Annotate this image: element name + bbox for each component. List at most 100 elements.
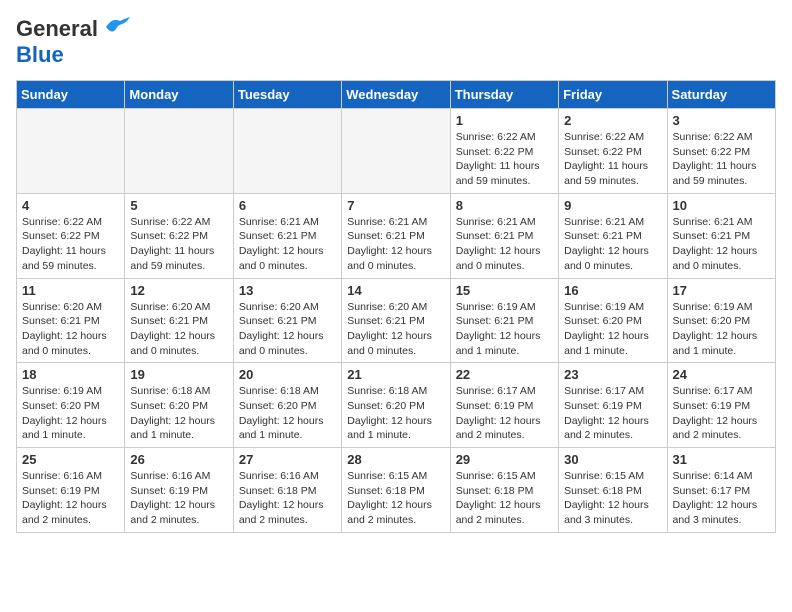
day-info: Sunrise: 6:22 AMSunset: 6:22 PMDaylight:… (673, 130, 770, 189)
calendar-cell: 11Sunrise: 6:20 AMSunset: 6:21 PMDayligh… (17, 278, 125, 363)
calendar-cell: 12Sunrise: 6:20 AMSunset: 6:21 PMDayligh… (125, 278, 233, 363)
day-number: 10 (673, 198, 770, 213)
day-info: Sunrise: 6:17 AMSunset: 6:19 PMDaylight:… (456, 384, 553, 443)
day-number: 30 (564, 452, 661, 467)
calendar-cell: 26Sunrise: 6:16 AMSunset: 6:19 PMDayligh… (125, 448, 233, 533)
day-info: Sunrise: 6:22 AMSunset: 6:22 PMDaylight:… (456, 130, 553, 189)
day-number: 20 (239, 367, 336, 382)
day-number: 14 (347, 283, 444, 298)
calendar-cell: 2Sunrise: 6:22 AMSunset: 6:22 PMDaylight… (559, 109, 667, 194)
day-number: 28 (347, 452, 444, 467)
day-number: 18 (22, 367, 119, 382)
day-number: 15 (456, 283, 553, 298)
weekday-header-wednesday: Wednesday (342, 81, 450, 109)
calendar-cell (233, 109, 341, 194)
day-info: Sunrise: 6:19 AMSunset: 6:21 PMDaylight:… (456, 300, 553, 359)
calendar-cell: 21 Sunrise: 6:18 AMSunset: 6:20 PMDayligh… (342, 363, 450, 448)
day-number: 13 (239, 283, 336, 298)
day-number: 26 (130, 452, 227, 467)
day-info: Sunrise: 6:22 AMSunset: 6:22 PMDaylight:… (130, 215, 227, 274)
day-info: Sunrise: 6:20 AMSunset: 6:21 PMDaylight:… (22, 300, 119, 359)
calendar-cell: 23 Sunrise: 6:17 AMSunset: 6:19 PMDayligh… (559, 363, 667, 448)
weekday-header-friday: Friday (559, 81, 667, 109)
day-number: 1 (456, 113, 553, 128)
weekday-header-row: SundayMondayTuesdayWednesdayThursdayFrid… (17, 81, 776, 109)
day-info: Sunrise: 6:21 AMSunset: 6:21 PMDaylight:… (456, 215, 553, 274)
day-info: Sunrise: 6:16 AMSunset: 6:19 PMDaylight:… (22, 469, 119, 528)
page-header: General Blue (16, 16, 776, 68)
day-info: Sunrise: 6:17 AMSunset: 6:19 PMDaylight:… (673, 384, 770, 443)
logo-bird-icon (102, 17, 130, 37)
weekday-header-sunday: Sunday (17, 81, 125, 109)
day-number: 3 (673, 113, 770, 128)
day-number: 8 (456, 198, 553, 213)
calendar-week-1: 1 Sunrise: 6:22 AMSunset: 6:22 PMDaylight… (17, 109, 776, 194)
calendar-cell: 4 Sunrise: 6:22 AMSunset: 6:22 PMDaylight… (17, 193, 125, 278)
day-number: 7 (347, 198, 444, 213)
day-info: Sunrise: 6:19 AMSunset: 6:20 PMDaylight:… (673, 300, 770, 359)
calendar-cell: 7Sunrise: 6:21 AMSunset: 6:21 PMDaylight… (342, 193, 450, 278)
calendar-cell: 19 Sunrise: 6:18 AMSunset: 6:20 PMDayligh… (125, 363, 233, 448)
calendar-week-3: 11Sunrise: 6:20 AMSunset: 6:21 PMDayligh… (17, 278, 776, 363)
calendar-cell: 18 Sunrise: 6:19 AMSunset: 6:20 PMDayligh… (17, 363, 125, 448)
day-info: Sunrise: 6:17 AMSunset: 6:19 PMDaylight:… (564, 384, 661, 443)
calendar-cell: 16 Sunrise: 6:19 AMSunset: 6:20 PMDayligh… (559, 278, 667, 363)
day-number: 6 (239, 198, 336, 213)
day-info: Sunrise: 6:16 AMSunset: 6:18 PMDaylight:… (239, 469, 336, 528)
calendar-cell: 1 Sunrise: 6:22 AMSunset: 6:22 PMDaylight… (450, 109, 558, 194)
calendar-week-5: 25Sunrise: 6:16 AMSunset: 6:19 PMDayligh… (17, 448, 776, 533)
logo-blue-text: Blue (16, 42, 64, 67)
day-info: Sunrise: 6:15 AMSunset: 6:18 PMDaylight:… (456, 469, 553, 528)
calendar-cell: 5 Sunrise: 6:22 AMSunset: 6:22 PMDaylight… (125, 193, 233, 278)
day-number: 4 (22, 198, 119, 213)
day-number: 21 (347, 367, 444, 382)
day-number: 27 (239, 452, 336, 467)
day-info: Sunrise: 6:15 AMSunset: 6:18 PMDaylight:… (347, 469, 444, 528)
day-number: 16 (564, 283, 661, 298)
logo-general-text: General (16, 16, 98, 42)
calendar-cell: 25Sunrise: 6:16 AMSunset: 6:19 PMDayligh… (17, 448, 125, 533)
day-info: Sunrise: 6:21 AMSunset: 6:21 PMDaylight:… (564, 215, 661, 274)
day-number: 22 (456, 367, 553, 382)
day-info: Sunrise: 6:14 AMSunset: 6:17 PMDaylight:… (673, 469, 770, 528)
calendar-cell: 17 Sunrise: 6:19 AMSunset: 6:20 PMDayligh… (667, 278, 775, 363)
day-number: 23 (564, 367, 661, 382)
day-info: Sunrise: 6:20 AMSunset: 6:21 PMDaylight:… (239, 300, 336, 359)
calendar-cell: 24 Sunrise: 6:17 AMSunset: 6:19 PMDayligh… (667, 363, 775, 448)
calendar-cell: 10 Sunrise: 6:21 AMSunset: 6:21 PMDayligh… (667, 193, 775, 278)
logo: General Blue (16, 16, 130, 68)
calendar-cell: 14Sunrise: 6:20 AMSunset: 6:21 PMDayligh… (342, 278, 450, 363)
calendar-table: SundayMondayTuesdayWednesdayThursdayFrid… (16, 80, 776, 533)
day-number: 31 (673, 452, 770, 467)
calendar-cell: 9 Sunrise: 6:21 AMSunset: 6:21 PMDaylight… (559, 193, 667, 278)
day-info: Sunrise: 6:22 AMSunset: 6:22 PMDaylight:… (22, 215, 119, 274)
day-info: Sunrise: 6:21 AMSunset: 6:21 PMDaylight:… (673, 215, 770, 274)
day-number: 9 (564, 198, 661, 213)
weekday-header-monday: Monday (125, 81, 233, 109)
day-number: 24 (673, 367, 770, 382)
calendar-cell (125, 109, 233, 194)
weekday-header-saturday: Saturday (667, 81, 775, 109)
calendar-cell: 29 Sunrise: 6:15 AMSunset: 6:18 PMDayligh… (450, 448, 558, 533)
day-info: Sunrise: 6:18 AMSunset: 6:20 PMDaylight:… (130, 384, 227, 443)
day-info: Sunrise: 6:21 AMSunset: 6:21 PMDaylight:… (239, 215, 336, 274)
calendar-cell: 20Sunrise: 6:18 AMSunset: 6:20 PMDayligh… (233, 363, 341, 448)
day-info: Sunrise: 6:15 AMSunset: 6:18 PMDaylight:… (564, 469, 661, 528)
day-info: Sunrise: 6:19 AMSunset: 6:20 PMDaylight:… (564, 300, 661, 359)
weekday-header-thursday: Thursday (450, 81, 558, 109)
day-number: 19 (130, 367, 227, 382)
calendar-cell: 6 Sunrise: 6:21 AMSunset: 6:21 PMDaylight… (233, 193, 341, 278)
calendar-cell (17, 109, 125, 194)
calendar-week-4: 18 Sunrise: 6:19 AMSunset: 6:20 PMDayligh… (17, 363, 776, 448)
day-number: 17 (673, 283, 770, 298)
calendar-cell: 15 Sunrise: 6:19 AMSunset: 6:21 PMDayligh… (450, 278, 558, 363)
day-info: Sunrise: 6:20 AMSunset: 6:21 PMDaylight:… (130, 300, 227, 359)
day-info: Sunrise: 6:19 AMSunset: 6:20 PMDaylight:… (22, 384, 119, 443)
weekday-header-tuesday: Tuesday (233, 81, 341, 109)
day-number: 29 (456, 452, 553, 467)
calendar-cell: 28 Sunrise: 6:15 AMSunset: 6:18 PMDayligh… (342, 448, 450, 533)
day-info: Sunrise: 6:18 AMSunset: 6:20 PMDaylight:… (347, 384, 444, 443)
day-number: 5 (130, 198, 227, 213)
calendar-cell: 3 Sunrise: 6:22 AMSunset: 6:22 PMDaylight… (667, 109, 775, 194)
calendar-cell: 13 Sunrise: 6:20 AMSunset: 6:21 PMDayligh… (233, 278, 341, 363)
